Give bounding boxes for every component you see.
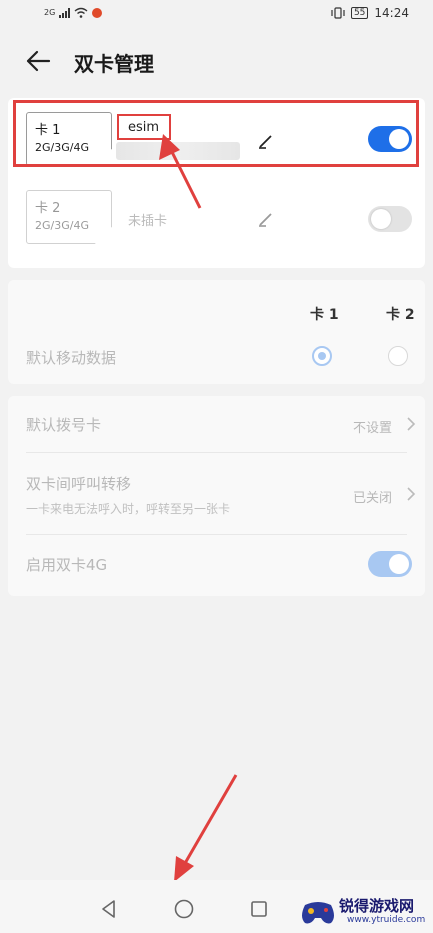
sim2-toggle <box>368 206 412 232</box>
back-arrow-icon[interactable] <box>24 48 52 74</box>
gamepad-logo-icon <box>302 902 334 924</box>
sim2-slot-label: 卡 2 <box>35 201 61 216</box>
watermark-url: www.ytruide.com <box>347 915 426 925</box>
default-data-card: 卡 1 卡 2 默认移动数据 <box>8 280 425 384</box>
nav-recent-icon[interactable] <box>248 898 270 920</box>
divider <box>26 452 407 453</box>
chevron-right-icon <box>407 417 416 431</box>
watermark-title: 锐得游戏网 <box>339 897 415 915</box>
dual-4g-toggle[interactable] <box>368 551 412 577</box>
notification-icon <box>92 7 103 18</box>
divider <box>26 534 407 535</box>
sim2-name: 未插卡 <box>128 214 168 229</box>
sim2-bands-label: 2G/3G/4G <box>35 219 89 232</box>
edit-pencil-icon <box>259 213 272 227</box>
page-title: 双卡管理 <box>74 52 154 76</box>
annotation-box-esim-label <box>117 114 171 140</box>
battery-icon: 55 <box>350 7 369 19</box>
status-bar: 2G 55 14:24 <box>0 0 433 30</box>
site-watermark: 锐得游戏网 www.ytruide.com <box>299 893 429 933</box>
call-forward-label: 双卡间呼叫转移 <box>26 475 132 493</box>
nav-home-icon[interactable] <box>173 898 195 920</box>
chevron-right-icon <box>407 487 416 501</box>
network-type: 2G <box>44 8 56 17</box>
wifi-icon <box>74 7 88 18</box>
app-bar: 双卡管理 <box>0 36 433 86</box>
annotation-box-sim1-row <box>13 100 419 167</box>
dual-4g-label: 启用双卡4G <box>26 556 108 574</box>
column-sim1: 卡 1 <box>310 307 339 323</box>
default-dial-label: 默认拨号卡 <box>26 416 102 434</box>
call-forward-desc: 一卡来电无法呼入时，呼转至另一张卡 <box>26 502 231 516</box>
signal-icon <box>59 7 71 18</box>
sim2-chip-icon: 卡 2 2G/3G/4G <box>26 190 112 244</box>
nav-back-icon[interactable] <box>98 898 120 920</box>
default-data-radio-sim2[interactable] <box>388 346 408 366</box>
default-dial-value: 不设置 <box>353 421 393 436</box>
clock: 14:24 <box>374 6 409 20</box>
call-forward-value: 已关闭 <box>353 491 393 506</box>
column-sim2: 卡 2 <box>386 307 415 323</box>
vibrate-icon <box>331 7 345 19</box>
default-data-radio-sim1[interactable] <box>312 346 332 366</box>
settings-card: 默认拨号卡 不设置 双卡间呼叫转移 一卡来电无法呼入时，呼转至另一张卡 已关闭 … <box>8 396 425 596</box>
default-data-label: 默认移动数据 <box>26 349 117 367</box>
